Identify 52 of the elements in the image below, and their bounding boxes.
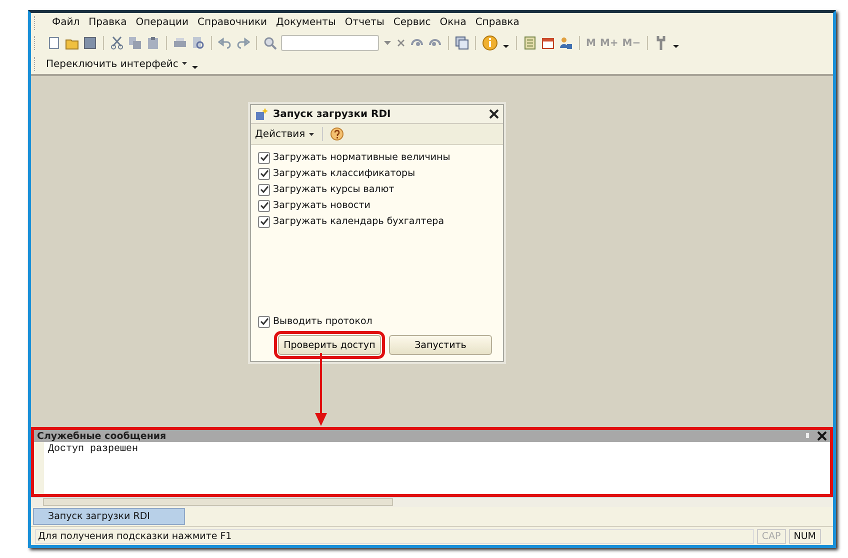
windows-icon[interactable]	[455, 36, 469, 50]
copy-icon[interactable]	[128, 36, 142, 50]
search-field[interactable]	[281, 35, 379, 51]
checkbox-label: Загружать новости	[273, 200, 370, 211]
menu-item[interactable]: Отчеты	[344, 17, 384, 28]
message-line: Доступ разрешен	[48, 444, 138, 455]
status-hint: Для получения подсказки нажмите F1	[35, 528, 754, 544]
checkbox-label: Загружать нормативные величины	[273, 152, 450, 163]
menu-item[interactable]: Правка	[88, 17, 127, 28]
key-indicator: NUM	[788, 528, 821, 544]
actions-menu[interactable]: Действия	[255, 128, 306, 140]
printer-icon[interactable]	[173, 36, 187, 50]
preview-icon[interactable]	[191, 36, 205, 50]
dialog-title: Запуск загрузки RDI	[273, 108, 392, 120]
menu-item[interactable]: Справка	[475, 17, 520, 28]
key-indicator: CAP	[756, 528, 786, 544]
menu-item[interactable]: Документы	[276, 17, 336, 28]
window-tab[interactable]: Запуск загрузки RDI	[33, 508, 185, 525]
help-icon[interactable]	[330, 127, 344, 141]
redo-icon[interactable]	[236, 36, 250, 50]
run-button[interactable]: Запустить	[389, 335, 492, 355]
menu-item[interactable]: Окна	[440, 17, 466, 28]
checkbox[interactable]	[258, 168, 270, 180]
menu-item[interactable]: Файл	[52, 17, 80, 28]
checkbox-label: Загружать курсы валют	[273, 184, 394, 195]
close-icon[interactable]	[489, 109, 499, 119]
menu-item[interactable]: Операции	[136, 17, 189, 28]
horizontal-scrollbar[interactable]	[31, 497, 833, 507]
document-icon[interactable]	[47, 36, 61, 50]
checkbox[interactable]	[258, 200, 270, 212]
interface-switch-menu[interactable]: Переключить интерфейс	[46, 58, 178, 70]
checkbox-label: Загружать календарь бухгалтера	[273, 216, 444, 227]
users-icon[interactable]	[559, 36, 573, 50]
info-icon[interactable]	[482, 35, 498, 51]
close-icon[interactable]	[817, 431, 827, 441]
checkbox-label: Выводить протокол	[273, 316, 372, 327]
panel-title: Служебные сообщения	[37, 430, 168, 442]
checkbox[interactable]	[258, 152, 270, 164]
scissors-icon[interactable]	[110, 36, 124, 50]
checkbox[interactable]	[258, 216, 270, 228]
menu-item[interactable]: Сервис	[393, 17, 431, 28]
checkbox-label: Загружать классификаторы	[273, 168, 416, 179]
menu-item[interactable]: Справочники	[198, 17, 268, 28]
checkbox[interactable]	[258, 184, 270, 196]
undo-icon[interactable]	[218, 36, 232, 50]
app-icon	[255, 107, 269, 121]
search-icon[interactable]	[263, 36, 277, 50]
clipboard-icon[interactable]	[146, 36, 160, 50]
checkbox[interactable]	[258, 316, 270, 328]
table-icon[interactable]	[523, 36, 537, 50]
message-gutter	[34, 442, 44, 494]
calendar-icon[interactable]	[541, 36, 555, 50]
